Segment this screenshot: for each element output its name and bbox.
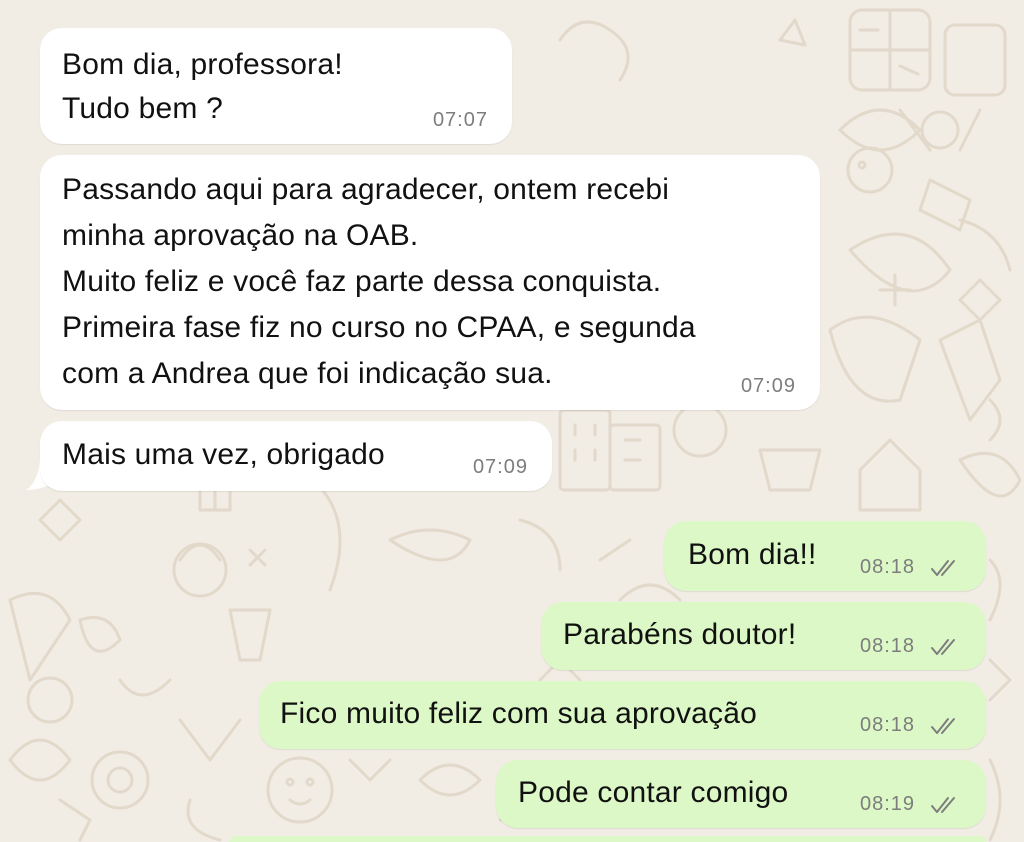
incoming-message-bubble[interactable]: Bom dia, professora! Tudo bem ? 07:07: [40, 28, 512, 144]
outgoing-message-bubble-partial[interactable]: [230, 836, 986, 842]
message-text: Parabéns doutor!: [563, 618, 797, 651]
double-check-icon: [931, 639, 955, 655]
message-timestamp: 08:18: [860, 714, 916, 736]
message-text: minha aprovação na OAB.: [62, 219, 419, 252]
outgoing-message-bubble[interactable]: Parabéns doutor! 08:18: [541, 602, 986, 670]
message-timestamp: 08:19: [860, 793, 916, 815]
message-text: Primeira fase fiz no curso no CPAA, e se…: [62, 311, 696, 344]
message-text: Pode contar comigo: [518, 776, 789, 809]
outgoing-message-bubble[interactable]: Fico muito feliz com sua aprovação 08:18: [259, 681, 986, 749]
incoming-message-bubble[interactable]: Passando aqui para agradecer, ontem rece…: [40, 155, 820, 410]
double-check-icon: [931, 718, 955, 734]
message-timestamp: 07:09: [740, 375, 796, 397]
message-text: Tudo bem ?: [62, 92, 223, 125]
message-text: Bom dia!!: [688, 538, 817, 571]
incoming-message-bubble[interactable]: Mais uma vez, obrigado 07:09: [40, 421, 552, 491]
message-text: Muito feliz e você faz parte dessa conqu…: [62, 265, 662, 298]
message-timestamp: 08:18: [860, 556, 916, 578]
message-text: Passando aqui para agradecer, ontem rece…: [62, 173, 670, 206]
message-text: com a Andrea que foi indicação sua.: [62, 357, 553, 390]
message-text: Mais uma vez, obrigado: [62, 438, 385, 471]
message-timestamp: 07:09: [472, 456, 528, 478]
double-check-icon: [931, 797, 955, 813]
message-timestamp: 07:07: [432, 109, 488, 131]
outgoing-message-bubble[interactable]: Bom dia!! 08:18: [664, 521, 986, 591]
outgoing-message-bubble[interactable]: Pode contar comigo 08:19: [496, 760, 986, 828]
message-timestamp: 08:18: [860, 635, 916, 657]
message-text: Bom dia, professora!: [62, 48, 343, 81]
double-check-icon: [931, 560, 955, 576]
message-text: Fico muito feliz com sua aprovação: [280, 697, 758, 730]
